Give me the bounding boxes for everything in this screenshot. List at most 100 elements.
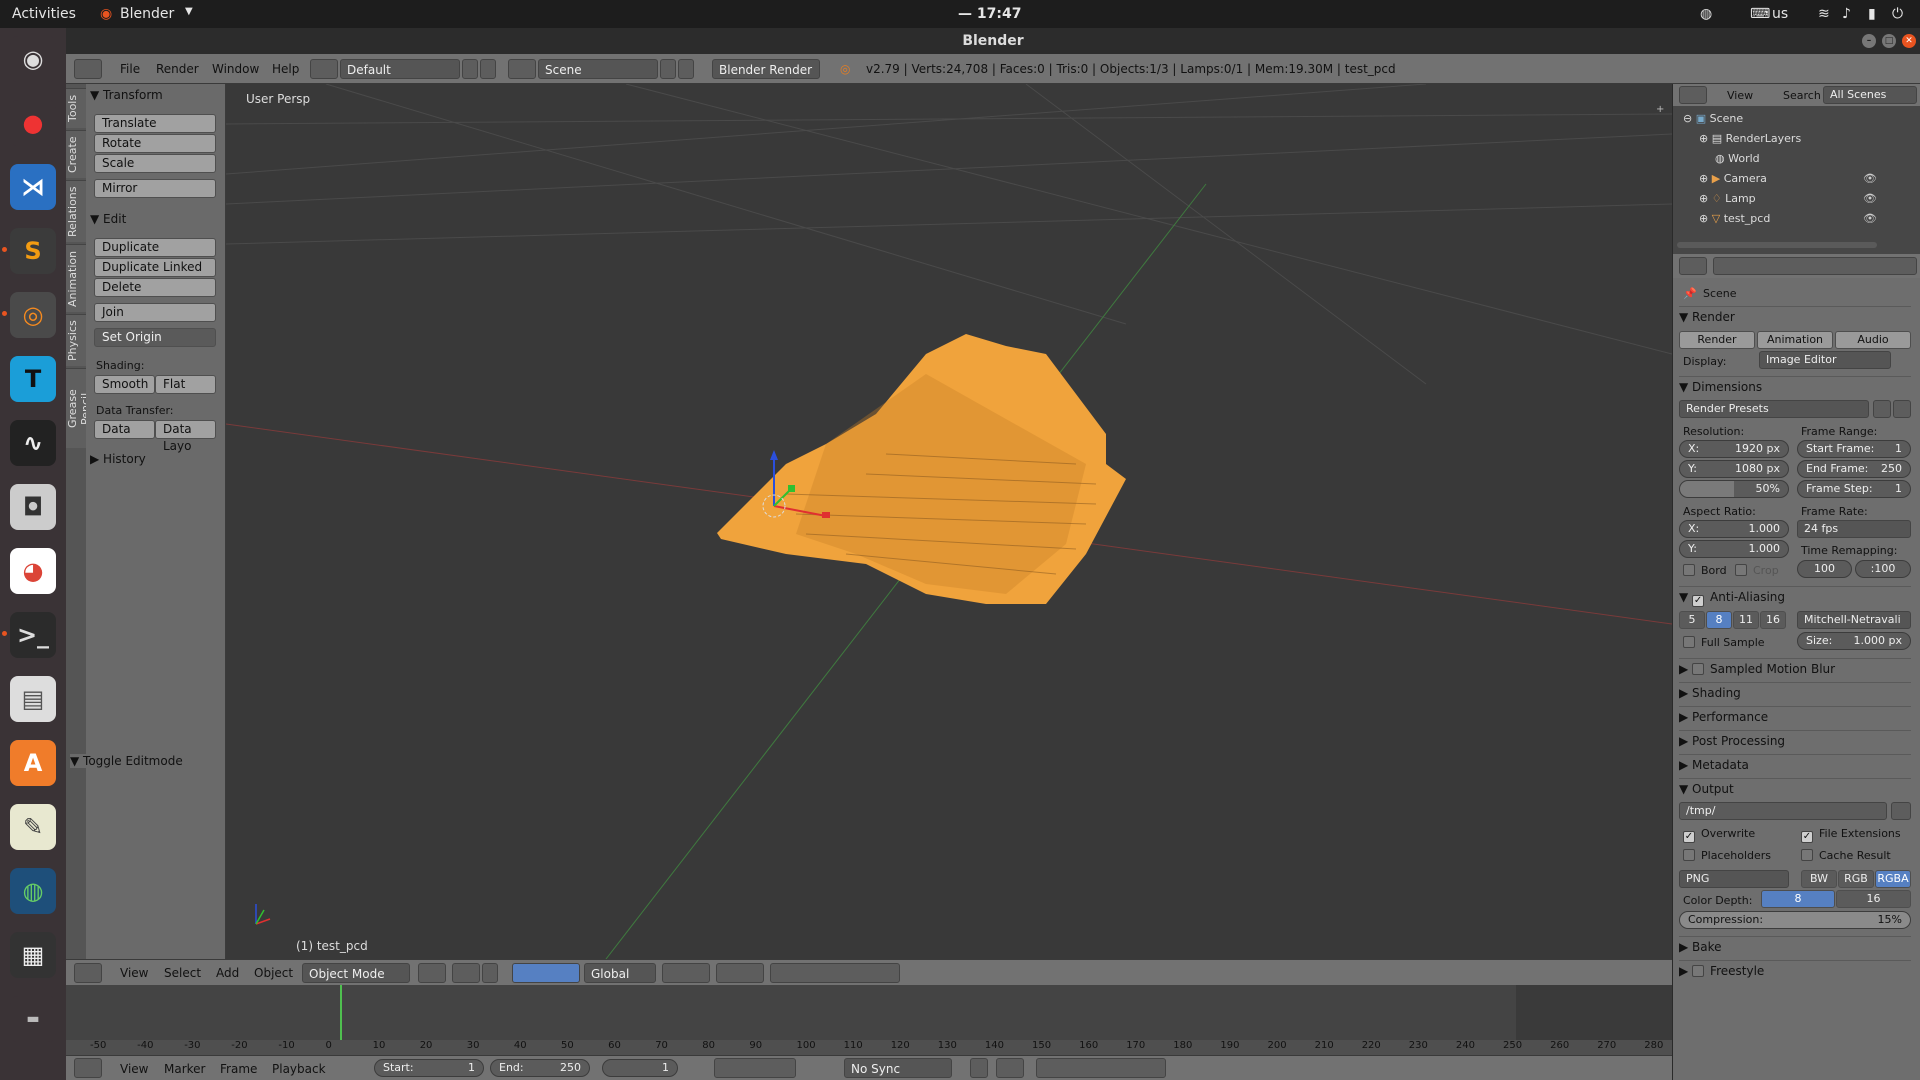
chrome-icon[interactable]: ◕ — [10, 548, 56, 594]
menu-view[interactable]: View — [1727, 89, 1753, 102]
overwrite-checkbox[interactable]: ✓ Overwrite — [1683, 827, 1755, 843]
full-sample-checkbox[interactable]: Full Sample — [1683, 636, 1765, 649]
render-panel-header[interactable]: ▼ Render — [1679, 306, 1911, 326]
start-frame-field[interactable]: Start: 1 — [374, 1059, 484, 1077]
timeline[interactable]: -50 -40 -30 -20 -10 0 10 20 30 40 50 60 70 80 90 100 110… — [66, 985, 1672, 1055]
shading-panel-header[interactable]: ▶ Shading — [1679, 682, 1911, 702]
border-checkbox[interactable]: Bord — [1683, 564, 1727, 577]
join-button[interactable]: Join — [94, 303, 216, 322]
duplicate-button[interactable]: Duplicate — [94, 238, 216, 257]
metadata-panel-header[interactable]: ▶ Metadata — [1679, 754, 1911, 774]
maximize-icon[interactable]: □ — [1882, 34, 1896, 48]
app-menu[interactable]: Blender — [120, 6, 174, 22]
file-format-select[interactable]: PNG — [1679, 870, 1789, 888]
add-layout-icon[interactable] — [462, 59, 478, 79]
resolution-x-field[interactable]: X: 1920 px — [1679, 440, 1789, 458]
frame-step-field[interactable]: Frame Step: 1 — [1797, 480, 1911, 498]
aa-size-field[interactable]: Size: 1.000 px — [1797, 632, 1911, 650]
files-icon[interactable]: ▤ — [10, 676, 56, 722]
remap-old-field[interactable]: 100 — [1797, 560, 1852, 578]
end-frame-field[interactable]: End Frame: 250 — [1797, 460, 1911, 478]
resolution-percentage-slider[interactable]: 50% — [1679, 480, 1789, 498]
editor-type-icon[interactable] — [1679, 257, 1707, 275]
outliner-item-world[interactable]: ◍ World — [1715, 152, 1760, 165]
menu-add[interactable]: Add — [216, 966, 239, 980]
anti-aliasing-panel-header[interactable]: ▼ ✓ Anti-Aliasing — [1679, 586, 1911, 607]
transform-tools-icon[interactable] — [512, 963, 580, 983]
menu-view[interactable]: View — [120, 966, 148, 980]
sampled-motion-blur-panel-header[interactable]: ▶ Sampled Motion Blur — [1679, 658, 1911, 678]
post-processing-panel-header[interactable]: ▶ Post Processing — [1679, 730, 1911, 750]
render-presets-select[interactable]: Render Presets — [1679, 400, 1869, 418]
aa-samples-16[interactable]: 16 — [1760, 611, 1786, 629]
editor-type-icon[interactable] — [1679, 86, 1707, 104]
remove-preset-icon[interactable] — [1893, 400, 1911, 418]
volume-icon[interactable]: ♪ — [1842, 6, 1851, 22]
sublime-text-icon[interactable]: S — [2, 228, 56, 274]
visibility-icon[interactable]: 👁 — [1863, 192, 1877, 205]
aa-samples-11[interactable]: 11 — [1733, 611, 1759, 629]
visibility-icon[interactable]: 👁 — [1863, 172, 1877, 185]
wifi-icon[interactable]: ≋ — [1818, 6, 1830, 22]
outliner-item-camera[interactable]: ⊕ ▶ Camera — [1699, 172, 1767, 185]
edit-panel-header[interactable]: ▼ Edit — [90, 212, 126, 226]
tab-tools[interactable]: Tools — [66, 88, 86, 128]
audio-button[interactable]: Audio — [1835, 331, 1911, 349]
menu-help[interactable]: Help — [272, 62, 299, 76]
menu-playback[interactable]: Playback — [272, 1062, 326, 1076]
color-depth-8-button[interactable]: 8 — [1761, 890, 1835, 908]
properties-context-tabs[interactable] — [1713, 257, 1917, 275]
menu-window[interactable]: Window — [212, 62, 259, 76]
rotate-button[interactable]: Rotate — [94, 134, 216, 153]
minimize-icon[interactable]: – — [1862, 34, 1876, 48]
battery-icon[interactable]: ▮ — [1868, 6, 1876, 22]
visibility-icon[interactable]: 👁 — [1863, 212, 1877, 225]
end-frame-field[interactable]: End: 250 — [490, 1059, 590, 1077]
display-mode-select[interactable]: All Scenes — [1823, 86, 1917, 104]
layers-grid-icon[interactable] — [662, 963, 710, 983]
remove-layout-icon[interactable] — [480, 59, 496, 79]
frame-rate-select[interactable]: 24 fps — [1797, 520, 1911, 538]
globe-icon[interactable]: ◍ — [10, 868, 56, 914]
smooth-button[interactable]: Smooth — [94, 375, 155, 394]
crop-checkbox[interactable]: Crop — [1735, 564, 1779, 577]
tab-grease-pencil[interactable]: Grease Pencil — [66, 368, 92, 448]
image-viewer-icon[interactable]: ✎ — [10, 804, 56, 850]
video-editor-icon[interactable]: ▦ — [10, 932, 56, 978]
keyboard-layout[interactable]: us — [1772, 6, 1788, 22]
outliner-item-renderlayers[interactable]: ⊕ ▤ RenderLayers — [1699, 132, 1801, 145]
editor-type-icon[interactable] — [74, 963, 102, 983]
playback-controls-icon[interactable] — [714, 1058, 796, 1078]
menu-render[interactable]: Render — [156, 62, 199, 76]
menu-file[interactable]: File — [120, 62, 140, 76]
properties-toggle-icon[interactable]: + — [1656, 104, 1664, 115]
aspect-y-field[interactable]: Y: 1.000 — [1679, 540, 1789, 558]
software-center-icon[interactable]: A — [10, 740, 56, 786]
screen-layout-field[interactable]: Default — [340, 59, 460, 79]
close-icon[interactable]: ✕ — [1902, 34, 1916, 48]
color-rgb-button[interactable]: RGB — [1838, 870, 1874, 888]
remap-new-field[interactable]: :100 — [1855, 560, 1911, 578]
blender-icon[interactable]: ◎ — [2, 292, 56, 338]
outliner-item-test-pcd[interactable]: ⊕ ▽ test_pcd — [1699, 212, 1770, 225]
point-cloud[interactable] — [717, 334, 1126, 604]
render-button[interactable]: Render — [1679, 331, 1755, 349]
performance-panel-header[interactable]: ▶ Performance — [1679, 706, 1911, 726]
keying-icon[interactable] — [996, 1058, 1024, 1078]
tab-create[interactable]: Create — [66, 130, 86, 178]
resolution-y-field[interactable]: Y: 1080 px — [1679, 460, 1789, 478]
add-scene-icon[interactable] — [660, 59, 676, 79]
color-depth-16-button[interactable]: 16 — [1836, 890, 1911, 908]
start-frame-field[interactable]: Start Frame: 1 — [1797, 440, 1911, 458]
folder-icon[interactable] — [1891, 802, 1911, 820]
outliner-item-scene[interactable]: ⊖ ▣ Scene — [1683, 112, 1743, 125]
display-select[interactable]: Image Editor — [1759, 351, 1891, 369]
viewport-canvas[interactable] — [226, 84, 1672, 959]
accessibility-icon[interactable]: ◍ — [1700, 6, 1712, 22]
cache-result-checkbox[interactable]: Cache Result — [1801, 849, 1891, 862]
keying-set-field[interactable] — [1036, 1058, 1166, 1078]
aspect-x-field[interactable]: X: 1.000 — [1679, 520, 1789, 538]
output-panel-header[interactable]: ▼ Output — [1679, 778, 1911, 798]
camera-icon[interactable]: ◘ — [10, 484, 56, 530]
orientation-select[interactable]: Global — [584, 963, 656, 983]
